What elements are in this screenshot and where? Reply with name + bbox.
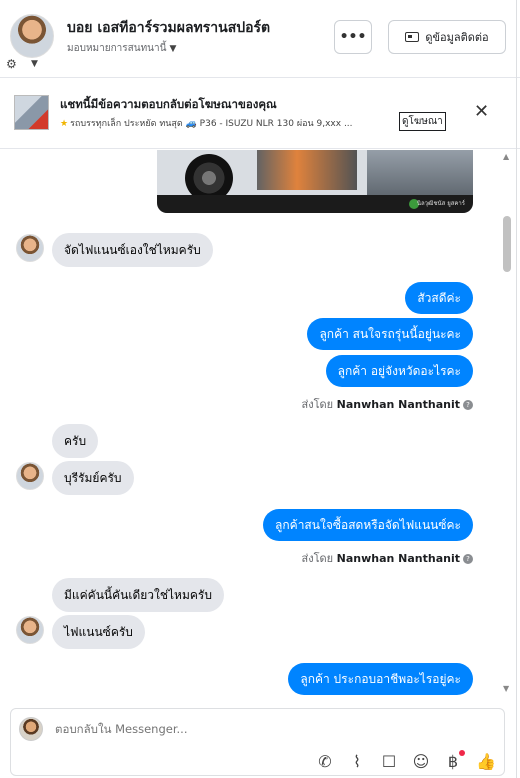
incoming-message[interactable]: ไฟแนนซ์ครับ (52, 615, 145, 649)
outgoing-message[interactable]: สัวสดีค่ะ (405, 282, 473, 314)
contact-avatar[interactable] (10, 14, 54, 58)
paperclip-icon[interactable]: ⌇ (348, 752, 366, 771)
close-icon[interactable]: ✕ (474, 101, 489, 122)
composer-toolbar: ✆ ⌇ ☐ ☺ ฿ 👍 (316, 750, 496, 771)
outgoing-message[interactable]: ลูกค้าสนใจซื้อสดหรือจัดไฟแนนซ์คะ (263, 509, 473, 541)
outgoing-message[interactable]: ลูกค้า อยู่จังหวัดอะไรคะ (325, 355, 473, 387)
incoming-message[interactable]: บุรีรัมย์ครับ (52, 461, 134, 495)
incoming-message[interactable]: ครับ (52, 424, 99, 458)
scroll-down-arrow-icon[interactable]: ▼ (503, 684, 509, 693)
incoming-message[interactable]: จัดไฟแนนซ์เองใช่ไหมครับ (52, 233, 213, 267)
sent-by-label: ส่งโดย Nanwhan Nanthanit? (302, 549, 473, 567)
scroll-thumb[interactable] (503, 216, 511, 272)
notification-dot (459, 750, 465, 756)
filter-icon[interactable]: ⚙ (6, 57, 17, 71)
chevron-down-icon: ▼ (169, 44, 177, 54)
ad-banner-title: แชทนี้มีข้อความตอบกลับต่อโฆษณาของคุณ (60, 97, 277, 111)
assign-conversation-dropdown[interactable]: มอบหมายการสนทนานี้ ▼ (67, 41, 176, 56)
assign-label: มอบหมายการสนทนานี้ (67, 43, 167, 54)
info-icon[interactable]: ? (463, 554, 473, 564)
phone-plus-icon[interactable]: ✆ (316, 752, 334, 771)
ad-thumbnail (14, 95, 49, 130)
sender-avatar (16, 462, 44, 490)
scroll-up-arrow-icon[interactable]: ▲ (503, 152, 509, 161)
contact-name[interactable]: บอย เอสทีอาร์รวมผลทรานสปอร์ต (67, 17, 270, 39)
truck-engine-image (257, 150, 357, 190)
sender-avatar (16, 616, 44, 644)
ad-image-attachment[interactable]: นิลวุฒิชนัส ยูสคาร์ (157, 150, 473, 213)
ad-subtitle-text: รถบรรทุกเล็ก ประหยัด ทนสุด 🚙 P36 - ISUZU… (70, 119, 353, 129)
panel-divider (516, 0, 517, 778)
ad-reply-banner: แชทนี้มีข้อความตอบกลับต่อโฆษณาของคุณ ★ รถ… (0, 79, 520, 149)
chevron-down-icon[interactable]: ▼ (31, 59, 38, 69)
view-contact-label: ดูข้อมูลติดต่อ (425, 31, 489, 44)
emoji-icon[interactable]: ☺ (412, 752, 430, 771)
sender-name: Nanwhan Nanthanit (336, 552, 460, 565)
sent-by-prefix: ส่งโดย (301, 398, 334, 411)
thumbs-up-icon[interactable]: 👍 (476, 752, 496, 771)
dealer-logo-text: นิลวุฒิชนัส ยูสคาร์ (416, 200, 465, 207)
ad-banner-subtitle: ★ รถบรรทุกเล็ก ประหยัด ทนสุด 🚙 P36 - ISUZ… (60, 116, 400, 130)
incoming-message[interactable]: มีแค่คันนี้คันเดียวใช่ไหมครับ (52, 578, 224, 612)
chat-bubble-icon[interactable]: ☐ (380, 752, 398, 771)
id-card-icon (405, 32, 420, 42)
outgoing-message[interactable]: ลูกค้า สนใจรถรุ่นนี้อยู่นะคะ (307, 318, 473, 350)
page-avatar (19, 717, 43, 741)
message-composer: ✆ ⌇ ☐ ☺ ฿ 👍 (10, 708, 505, 776)
truck-cab-image (367, 150, 473, 196)
sender-avatar (16, 234, 44, 262)
view-contact-button[interactable]: ดูข้อมูลติดต่อ (388, 20, 506, 54)
more-options-button[interactable]: ••• (334, 20, 372, 54)
star-icon: ★ (60, 119, 69, 129)
baht-icon[interactable]: ฿ (444, 750, 465, 771)
thread-scrollbar[interactable]: ▲ ▼ (500, 150, 514, 698)
info-icon[interactable]: ? (463, 400, 473, 410)
reply-input[interactable] (55, 722, 455, 736)
sender-name: Nanwhan Nanthanit (336, 398, 460, 411)
sent-by-prefix: ส่งโดย (301, 552, 334, 565)
message-thread[interactable]: นิลวุฒิชนัส ยูสคาร์ จัดไฟแนนซ์เองใช่ไหมค… (0, 150, 520, 698)
sent-by-label: ส่งโดย Nanwhan Nanthanit? (302, 395, 473, 413)
conversation-header: บอย เอสทีอาร์รวมผลทรานสปอร์ต มอบหมายการส… (0, 0, 520, 78)
view-ad-link[interactable]: ดูโฆษณา (399, 112, 446, 131)
outgoing-message[interactable]: ลูกค้า ประกอบอาชีพอะไรอยู่คะ (288, 663, 473, 695)
